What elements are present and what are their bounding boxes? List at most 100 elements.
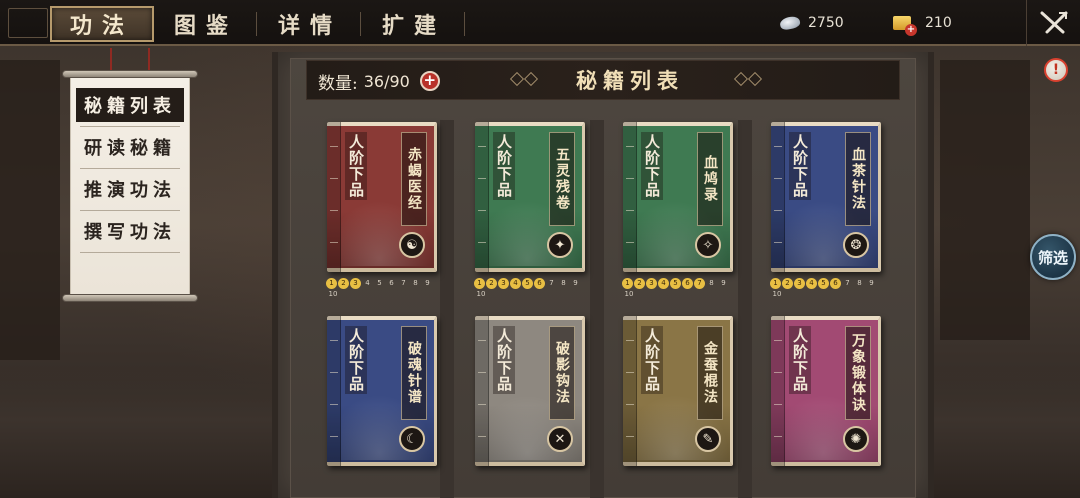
level-dot: 4 xyxy=(658,278,669,289)
book-binding-stitch xyxy=(478,146,486,147)
level-dot: 7 xyxy=(549,279,554,287)
book-binding-stitch xyxy=(774,210,782,211)
menu-item-study-books[interactable]: 研读秘籍 xyxy=(76,130,184,164)
book-binding-stitch xyxy=(330,210,338,211)
book-spine xyxy=(623,316,637,466)
book-title-slip: 万象锻体诀 xyxy=(845,326,871,420)
book-binding-stitch xyxy=(330,242,338,243)
tab-xiangqing[interactable]: 详情 xyxy=(258,6,362,42)
book-level-progress: 1 2 3 4 5 6 7 8 9 10 xyxy=(326,278,446,300)
tab-gongfa[interactable]: 功法 xyxy=(50,6,154,42)
menu-item-deduce-skills[interactable]: 推演功法 xyxy=(76,172,184,206)
book-card[interactable]: 人阶下品 血鸠录 ✧ xyxy=(623,122,733,272)
level-dot: 8 xyxy=(709,279,714,287)
level-dot: 6 xyxy=(830,278,841,289)
level-dot: 2 xyxy=(338,278,349,289)
book-grade: 人阶下品 xyxy=(345,132,367,200)
book-spine xyxy=(771,122,785,272)
book-binding-stitch xyxy=(330,178,338,179)
level-dot: 8 xyxy=(561,279,566,287)
book-card[interactable]: 人阶下品 赤蝎医经 ☯ xyxy=(327,122,437,272)
corner-ornament xyxy=(8,8,48,38)
book-grade: 人阶下品 xyxy=(493,326,515,394)
tab-tujian[interactable]: 图鉴 xyxy=(154,6,258,42)
book-card[interactable]: 人阶下品 金蚕棍法 ✎ xyxy=(623,316,733,466)
scroll-top-rod xyxy=(62,70,198,78)
book-binding-stitch xyxy=(626,146,634,147)
book-grade: 人阶下品 xyxy=(789,326,811,394)
book-card[interactable]: 人阶下品 破影钩法 ✕ xyxy=(475,316,585,466)
book-level-progress: 1 2 3 4 5 6 7 8 9 10 xyxy=(474,278,594,300)
book-spine xyxy=(327,316,341,466)
level-dot: 10 xyxy=(772,290,782,298)
book-binding-stitch xyxy=(774,436,782,437)
level-dot: 4 xyxy=(510,278,521,289)
book-title: 破影钩法 xyxy=(554,341,570,405)
level-dot: 7 xyxy=(845,279,850,287)
book-title: 破魂针谱 xyxy=(406,341,422,405)
gold-ingot-add-icon[interactable] xyxy=(893,16,917,36)
menu-divider xyxy=(80,210,180,211)
level-dot: 6 xyxy=(534,278,545,289)
level-dot: 4 xyxy=(806,278,817,289)
book-binding-stitch xyxy=(478,178,486,179)
book-title: 万象锻体诀 xyxy=(850,333,866,413)
level-dot: 8 xyxy=(857,279,862,287)
book-binding-stitch xyxy=(626,436,634,437)
gold-currency[interactable]: 210 xyxy=(893,12,952,36)
school-emblem-icon: ✎ xyxy=(695,426,721,452)
book-card[interactable]: 人阶下品 破魂针谱 ☾ xyxy=(327,316,437,466)
right-shelf-decor xyxy=(940,60,1030,340)
expand-capacity-button[interactable]: + xyxy=(419,71,440,91)
menu-item-write-skills[interactable]: 撰写功法 xyxy=(76,214,184,248)
level-dot: 10 xyxy=(476,290,486,298)
level-dot: 9 xyxy=(425,279,430,287)
book-title: 血鸠录 xyxy=(702,155,718,203)
book-binding-stitch xyxy=(626,178,634,179)
book-grade: 人阶下品 xyxy=(789,132,811,200)
book-binding-stitch xyxy=(330,372,338,373)
book-binding-stitch xyxy=(478,436,486,437)
shelf-rail xyxy=(738,120,752,498)
book-spine xyxy=(475,122,489,272)
book-title-slip: 金蚕棍法 xyxy=(697,326,723,420)
book-title: 赤蝎医经 xyxy=(406,147,422,211)
book-binding-stitch xyxy=(478,210,486,211)
book-spine xyxy=(475,316,489,466)
close-button[interactable] xyxy=(1026,0,1080,46)
level-dot: 1 xyxy=(770,278,781,289)
book-binding-stitch xyxy=(478,340,486,341)
school-emblem-icon: ✦ xyxy=(547,232,573,258)
level-dot: 7 xyxy=(401,279,406,287)
tab-kuojian[interactable]: 扩建 xyxy=(362,6,466,42)
level-dot: 2 xyxy=(486,278,497,289)
scroll-hanger xyxy=(110,48,150,70)
level-dot: 10 xyxy=(328,290,338,298)
shelf-rail xyxy=(590,120,604,498)
book-binding-stitch xyxy=(774,146,782,147)
book-level-progress: 1 2 3 4 5 6 7 8 9 10 xyxy=(622,278,742,300)
level-dot: 1 xyxy=(474,278,485,289)
school-emblem-icon: ✕ xyxy=(547,426,573,452)
school-emblem-icon: ☯ xyxy=(399,232,425,258)
book-card[interactable]: 人阶下品 万象锻体诀 ✺ xyxy=(771,316,881,466)
school-emblem-icon: ❂ xyxy=(843,232,869,258)
level-dot: 1 xyxy=(622,278,633,289)
book-title-slip: 五灵残卷 xyxy=(549,132,575,226)
book-binding-stitch xyxy=(626,404,634,405)
book-binding-stitch xyxy=(626,242,634,243)
filter-button[interactable]: 筛选 xyxy=(1030,234,1076,280)
level-dot: 5 xyxy=(377,279,382,287)
level-dot: 5 xyxy=(522,278,533,289)
book-spine xyxy=(771,316,785,466)
book-title-slip: 赤蝎医经 xyxy=(401,132,427,226)
book-card[interactable]: 人阶下品 五灵残卷 ✦ xyxy=(475,122,585,272)
alert-button[interactable]: ! xyxy=(1044,58,1068,82)
book-binding-stitch xyxy=(626,210,634,211)
book-title-slip: 血茶针法 xyxy=(845,132,871,226)
menu-item-book-list[interactable]: 秘籍列表 xyxy=(76,88,184,122)
book-binding-stitch xyxy=(774,340,782,341)
book-card[interactable]: 人阶下品 血茶针法 ❂ xyxy=(771,122,881,272)
school-emblem-icon: ✺ xyxy=(843,426,869,452)
level-dot: 3 xyxy=(794,278,805,289)
